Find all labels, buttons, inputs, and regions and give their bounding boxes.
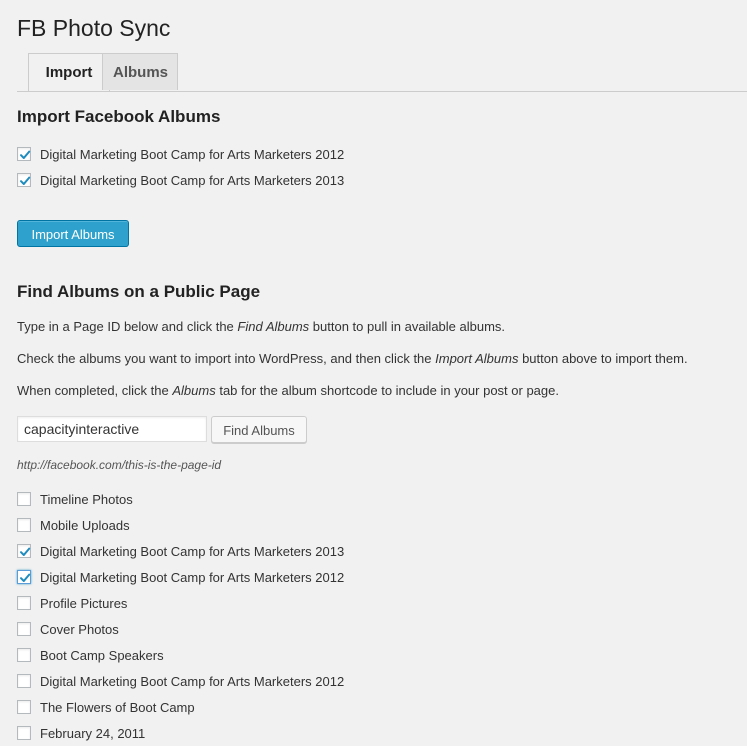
checkbox-unchecked[interactable] (17, 648, 31, 662)
instruction-2-text: Check the albums you want to import into… (17, 351, 436, 366)
instruction-2-text-end: button above to import them. (518, 351, 688, 366)
album-checkbox-row[interactable]: Profile Pictures (17, 593, 127, 613)
checkbox-unchecked[interactable] (17, 700, 31, 714)
album-label: Boot Camp Speakers (40, 647, 164, 663)
page-title: FB Photo Sync (17, 15, 171, 41)
instruction-3-text: When completed, click the (17, 383, 173, 398)
find-section-heading: Find Albums on a Public Page (17, 282, 261, 301)
album-label: The Flowers of Boot Camp (40, 699, 195, 715)
album-checkbox-row[interactable]: Digital Marketing Boot Camp for Arts Mar… (17, 567, 344, 587)
album-label: Profile Pictures (40, 595, 128, 611)
find-albums-button[interactable]: Find Albums (211, 416, 307, 443)
checkmark-icon (20, 150, 31, 159)
album-checkbox-row[interactable]: Cover Photos (17, 619, 119, 639)
album-label: February 24, 2011 (40, 725, 146, 741)
checkbox-checked[interactable] (17, 544, 31, 558)
checkbox-checked[interactable] (17, 147, 31, 161)
tab-albums[interactable]: Albums (102, 53, 178, 90)
album-checkbox-row[interactable]: Digital Marketing Boot Camp for Arts Mar… (17, 541, 344, 561)
url-hint: http://facebook.com/this-is-the-page-id (17, 458, 222, 472)
instruction-1-text-end: button to pull in available albums. (309, 319, 506, 334)
checkbox-checked[interactable] (17, 570, 31, 584)
checkmark-icon (20, 573, 31, 582)
checkbox-unchecked[interactable] (17, 674, 31, 688)
checkbox-checked[interactable] (17, 173, 31, 187)
album-checkbox-row[interactable]: Timeline Photos (17, 489, 133, 509)
album-checkbox-row[interactable]: The Flowers of Boot Camp (17, 697, 195, 717)
checkmark-icon (20, 547, 31, 556)
instruction-3: When completed, click the Albums tab for… (17, 383, 559, 398)
album-label: Digital Marketing Boot Camp for Arts Mar… (40, 146, 345, 162)
album-label: Digital Marketing Boot Camp for Arts Mar… (40, 569, 345, 585)
album-checkbox-row[interactable]: Mobile Uploads (17, 515, 130, 535)
instruction-3-text-end: tab for the album shortcode to include i… (215, 383, 559, 398)
instruction-3-em: Albums (172, 383, 216, 398)
album-checkbox-row[interactable]: Digital Marketing Boot Camp for Arts Mar… (17, 671, 344, 691)
album-checkbox-row[interactable]: Digital Marketing Boot Camp for Arts Mar… (17, 144, 344, 164)
album-label: Digital Marketing Boot Camp for Arts Mar… (40, 673, 345, 689)
album-checkbox-row[interactable]: February 24, 2011 (17, 723, 145, 743)
album-checkbox-row[interactable]: Boot Camp Speakers (17, 645, 164, 665)
album-checkbox-row[interactable]: Digital Marketing Boot Camp for Arts Mar… (17, 170, 344, 190)
instruction-1: Type in a Page ID below and click the Fi… (17, 319, 505, 334)
instruction-2: Check the albums you want to import into… (17, 351, 688, 366)
instruction-2-em: Import Albums (435, 351, 519, 366)
album-label: Cover Photos (40, 621, 119, 637)
album-label: Mobile Uploads (40, 517, 130, 533)
checkbox-unchecked[interactable] (17, 622, 31, 636)
page-id-input[interactable] (17, 416, 207, 442)
checkbox-unchecked[interactable] (17, 726, 31, 740)
album-label: Digital Marketing Boot Camp for Arts Mar… (40, 172, 345, 188)
instruction-1-em: Find Albums (237, 319, 310, 334)
import-section-heading: Import Facebook Albums (17, 107, 221, 126)
checkbox-unchecked[interactable] (17, 518, 31, 532)
import-albums-button[interactable]: Import Albums (17, 220, 129, 247)
album-label: Timeline Photos (40, 491, 133, 507)
tab-bar: Import Albums (17, 53, 747, 92)
checkbox-unchecked[interactable] (17, 596, 31, 610)
instruction-1-text: Type in a Page ID below and click the (17, 319, 238, 334)
checkmark-icon (20, 176, 31, 185)
album-label: Digital Marketing Boot Camp for Arts Mar… (40, 543, 345, 559)
checkbox-unchecked[interactable] (17, 492, 31, 506)
tab-import[interactable]: Import (28, 53, 110, 91)
